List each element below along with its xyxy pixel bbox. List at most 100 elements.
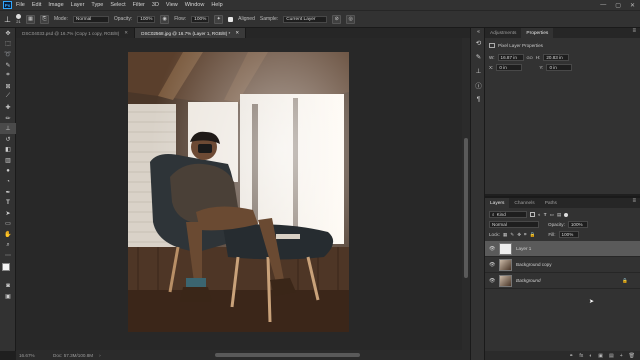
clone-source-icon[interactable]: ⊥ — [471, 64, 486, 78]
zoom-tool-icon[interactable]: ⌕ — [0, 240, 16, 251]
blend-mode-select[interactable]: Normal — [489, 221, 539, 228]
quick-select-tool-icon[interactable]: ✎ — [0, 60, 16, 71]
airbrush-icon[interactable]: ✦ — [214, 14, 224, 24]
visibility-eye-icon[interactable]: 👁 — [489, 278, 495, 284]
scrollbar-thumb[interactable] — [464, 138, 468, 278]
close-icon[interactable]: ✕ — [235, 30, 239, 36]
history-brush-tool-icon[interactable]: ↺ — [0, 134, 16, 145]
vertical-scrollbar[interactable] — [462, 38, 470, 350]
mask-icon[interactable]: ▣ — [598, 353, 603, 359]
close-icon[interactable]: ✕ — [124, 30, 128, 36]
move-tool-icon[interactable]: ✥ — [0, 28, 16, 39]
history-icon[interactable]: ⟲ — [471, 36, 486, 50]
layer-row[interactable]: 👁 Background 🔒 — [485, 273, 640, 289]
brush-tool-icon[interactable]: ✏ — [0, 113, 16, 124]
eraser-tool-icon[interactable]: ◧ — [0, 145, 16, 156]
lock-artboard-icon[interactable]: ⌗ — [524, 232, 527, 237]
opacity-field[interactable]: 100% — [137, 15, 156, 23]
flow-field[interactable]: 100% — [191, 15, 210, 23]
frame-tool-icon[interactable]: ⊠ — [0, 81, 16, 92]
eyedropper-tool-icon[interactable]: ⟋ — [0, 92, 16, 103]
maximize-icon[interactable]: ▢ — [615, 2, 621, 9]
lock-pixels-icon[interactable]: ▦ — [503, 232, 507, 238]
width-field[interactable]: 16.87 in — [497, 54, 524, 61]
mode-select[interactable]: Normal — [72, 15, 109, 23]
tab-properties[interactable]: Properties — [521, 28, 554, 38]
clone-stamp-tool-icon[interactable]: ⊥ — [0, 123, 16, 134]
filter-pixel-icon[interactable] — [530, 212, 535, 217]
collapse-icon[interactable]: « — [471, 28, 486, 36]
quick-mask-icon[interactable]: ◙ — [0, 281, 16, 292]
info-icon[interactable]: ⓘ — [471, 78, 486, 92]
menu-type[interactable]: Type — [91, 2, 103, 8]
dodge-tool-icon[interactable]: ◔ — [0, 176, 16, 187]
panel-menu-icon[interactable]: ≡ — [632, 28, 636, 38]
link-button[interactable]: GO — [527, 55, 533, 60]
zoom-level[interactable]: 16.67% — [19, 353, 53, 358]
paragraph-icon[interactable]: ¶ — [471, 92, 486, 106]
layer-thumbnail[interactable] — [499, 274, 512, 287]
screen-mode-icon[interactable]: ▣ — [0, 292, 16, 303]
link-layers-icon[interactable]: ⚭ — [569, 353, 573, 359]
layer-name[interactable]: Background copy — [516, 262, 552, 267]
horizontal-scrollbar-thumb[interactable] — [215, 353, 360, 357]
layer-name[interactable]: Background — [516, 278, 541, 283]
y-field[interactable]: 0 in — [546, 64, 573, 71]
clone-stamp-tool-icon[interactable]: ⊥ — [4, 15, 11, 24]
aligned-checkbox[interactable] — [228, 16, 234, 22]
menu-view[interactable]: View — [166, 2, 178, 8]
layer-opacity-field[interactable]: 100% — [567, 221, 588, 228]
more-tools-icon[interactable]: ⋯ — [0, 250, 16, 261]
minimize-icon[interactable]: — — [600, 2, 606, 9]
panel-menu-icon[interactable]: ≡ — [632, 198, 636, 208]
pen-tool-icon[interactable]: ✒ — [0, 187, 16, 198]
rectangle-tool-icon[interactable]: ▭ — [0, 219, 16, 230]
layer-thumbnail[interactable] — [499, 242, 512, 255]
document-image[interactable] — [128, 52, 349, 332]
brushes-icon[interactable]: ✎ — [471, 50, 486, 64]
x-field[interactable]: 0 in — [496, 64, 523, 71]
brush-preset-dropdown[interactable]: 21 — [15, 14, 21, 24]
visibility-eye-icon[interactable]: 👁 — [489, 246, 495, 252]
adjustment-layer-icon[interactable]: ◐ — [589, 353, 592, 359]
menu-3d[interactable]: 3D — [152, 2, 159, 8]
brush-settings-icon[interactable]: ▦ — [25, 14, 35, 24]
trash-icon[interactable]: 🗑 — [629, 353, 635, 359]
status-arrow-icon[interactable]: › — [99, 353, 101, 358]
lock-all-icon[interactable]: 🔒 — [530, 232, 536, 238]
layer-name[interactable]: Layer 1 — [516, 246, 531, 251]
menu-file[interactable]: File — [16, 2, 25, 8]
pressure-opacity-icon[interactable]: ◉ — [160, 14, 170, 24]
tab-document-1[interactable]: DSC04033.psd @ 16.7% (Copy 1 copy, RGB/8… — [16, 28, 136, 38]
fx-icon[interactable]: fx — [579, 353, 583, 359]
healing-brush-tool-icon[interactable]: ✚ — [0, 102, 16, 113]
lock-paint-icon[interactable]: ✎ — [510, 232, 514, 238]
tab-channels[interactable]: Channels — [509, 198, 539, 208]
group-icon[interactable]: ▤ — [609, 353, 614, 359]
menu-layer[interactable]: Layer — [71, 2, 85, 8]
menu-window[interactable]: Window — [185, 2, 205, 8]
gradient-tool-icon[interactable]: ▥ — [0, 155, 16, 166]
marquee-tool-icon[interactable]: ⬚ — [0, 39, 16, 50]
menu-filter[interactable]: Filter — [133, 2, 145, 8]
visibility-eye-icon[interactable]: 👁 — [489, 262, 495, 268]
close-icon[interactable]: ✕ — [630, 2, 635, 9]
foreground-color-swatch[interactable] — [2, 263, 10, 272]
type-tool-icon[interactable]: T — [0, 198, 16, 209]
sample-select[interactable]: Current Layer — [283, 15, 328, 23]
menu-image[interactable]: Image — [48, 2, 63, 8]
tab-document-2[interactable]: DSC02568.jpg @ 16.7% (Layer 1, RGB/8) * … — [135, 28, 247, 38]
lasso-tool-icon[interactable]: ➰ — [0, 49, 16, 60]
menu-edit[interactable]: Edit — [32, 2, 41, 8]
tab-paths[interactable]: Paths — [540, 198, 562, 208]
clone-source-icon[interactable]: ⎘ — [39, 14, 49, 24]
menu-help[interactable]: Help — [211, 2, 222, 8]
tab-layers[interactable]: Layers — [485, 198, 510, 208]
filter-shape-icon[interactable]: ▭ — [550, 212, 554, 218]
hand-tool-icon[interactable]: ✋ — [0, 229, 16, 240]
path-select-tool-icon[interactable]: ➤ — [0, 208, 16, 219]
filter-smart-object-icon[interactable]: ▤ — [557, 212, 561, 218]
crop-tool-icon[interactable]: ⌗ — [0, 70, 16, 81]
layer-row[interactable]: 👁 Background copy — [485, 257, 640, 273]
layer-thumbnail[interactable] — [499, 258, 512, 271]
